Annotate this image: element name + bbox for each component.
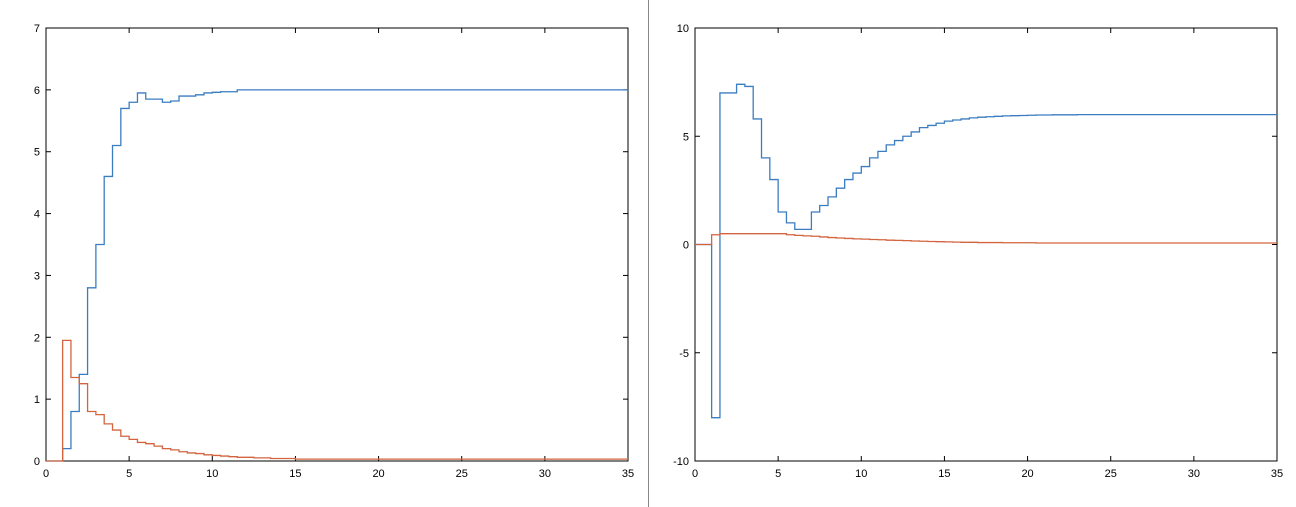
- axes-box: [695, 28, 1277, 461]
- svg-text:10: 10: [206, 468, 218, 480]
- x-ticks: 0 5 10 15 20 25 30 35: [691, 28, 1282, 480]
- svg-text:4: 4: [34, 209, 40, 221]
- svg-text:15: 15: [938, 468, 950, 480]
- svg-text:30: 30: [1187, 468, 1199, 480]
- svg-text:15: 15: [289, 468, 301, 480]
- svg-text:-10: -10: [673, 456, 689, 468]
- plot-area: 0 5 10 15 20 25 30 35 -10 -5 0 5 10: [649, 0, 1296, 507]
- axes-box: [46, 28, 628, 461]
- chart-pair: Model Predictive Control With Integral A…: [0, 0, 1296, 507]
- svg-text:6: 6: [34, 85, 40, 97]
- chart-panel-right: Model Predictive Control With Integral A…: [649, 0, 1296, 507]
- chart-panel-left: Model Predictive Control With Integral A…: [0, 0, 649, 507]
- svg-text:35: 35: [1270, 468, 1282, 480]
- svg-text:30: 30: [539, 468, 551, 480]
- svg-text:0: 0: [682, 240, 688, 252]
- svg-text:3: 3: [34, 270, 40, 282]
- svg-text:7: 7: [34, 23, 40, 35]
- series-y1: [695, 84, 1277, 417]
- svg-text:20: 20: [1021, 468, 1033, 480]
- svg-text:25: 25: [456, 468, 468, 480]
- series-y1: [46, 90, 628, 461]
- svg-text:0: 0: [43, 468, 49, 480]
- svg-text:5: 5: [682, 131, 688, 143]
- x-ticks: 0 5 10 15 20 25 30 35: [43, 28, 634, 480]
- svg-text:-5: -5: [679, 348, 689, 360]
- svg-text:10: 10: [676, 23, 688, 35]
- plot-area: 0 5 10 15 20 25 30 35 0 1 2 3 4 5 6 7: [0, 0, 648, 507]
- svg-text:5: 5: [126, 468, 132, 480]
- svg-text:35: 35: [622, 468, 634, 480]
- series-u: [695, 234, 1277, 245]
- svg-text:0: 0: [34, 456, 40, 468]
- svg-text:20: 20: [372, 468, 384, 480]
- svg-text:0: 0: [691, 468, 697, 480]
- svg-text:2: 2: [34, 332, 40, 344]
- svg-text:5: 5: [775, 468, 781, 480]
- y-ticks: -10 -5 0 5 10: [673, 23, 1277, 468]
- svg-text:5: 5: [34, 147, 40, 159]
- svg-text:1: 1: [34, 394, 40, 406]
- series-u: [46, 340, 628, 461]
- svg-text:25: 25: [1104, 468, 1116, 480]
- svg-text:10: 10: [855, 468, 867, 480]
